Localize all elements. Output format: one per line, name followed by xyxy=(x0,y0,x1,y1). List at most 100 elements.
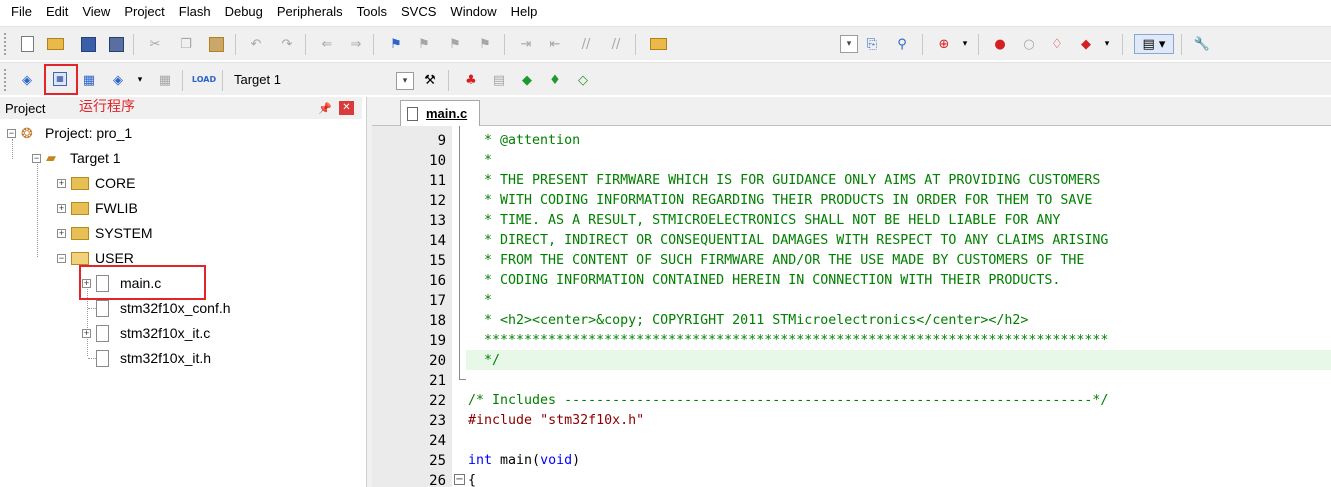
code-line: * xyxy=(468,293,493,308)
fold-toggle-icon[interactable]: − xyxy=(454,474,465,485)
select-packs-icon[interactable]: ◆ xyxy=(517,70,537,90)
menu-debug[interactable]: Debug xyxy=(218,0,270,24)
wrench-icon[interactable]: 🔧 xyxy=(1192,34,1212,54)
unindent-icon[interactable]: ⇤ xyxy=(545,34,565,54)
incremental-find-icon[interactable]: ⚲ xyxy=(892,34,912,54)
debug-dropdown-icon[interactable]: ▾ xyxy=(955,34,975,54)
uncomment-icon[interactable]: // xyxy=(606,34,626,54)
line-number: 22 xyxy=(429,393,446,409)
menu-window[interactable]: Window xyxy=(443,0,503,24)
menu-flash[interactable]: Flash xyxy=(172,0,218,24)
project-panel-title: Project xyxy=(5,101,46,116)
configure-dropdown-icon[interactable]: ▾ xyxy=(1097,34,1117,54)
find-in-files-icon[interactable] xyxy=(648,34,668,54)
code-editor[interactable]: − 9 10 11 12 13 14 15 16 17 18 19 20 21 … xyxy=(372,126,1331,487)
menu-bar: File Edit View Project Flash Debug Perip… xyxy=(0,0,1331,24)
batch-dropdown-icon[interactable]: ▾ xyxy=(130,70,150,90)
navigate-forward-icon[interactable]: ⇒ xyxy=(346,34,366,54)
expand-system-icon[interactable]: + xyxy=(57,228,66,238)
rebuild-icon[interactable]: ▦ xyxy=(79,70,99,90)
manage-components-icon[interactable]: ♣ xyxy=(461,70,481,90)
folder-icon xyxy=(71,176,89,190)
tree-target[interactable]: − ▰ Target 1 xyxy=(32,147,121,169)
main-file-highlight xyxy=(79,265,206,300)
collapse-user-icon[interactable]: − xyxy=(57,253,66,263)
find-icon[interactable]: ⎘ xyxy=(862,34,882,54)
line-number: 26 xyxy=(429,473,446,487)
code-line: */ xyxy=(468,353,501,368)
code-line: * TIME. AS A RESULT, STMICROELECTRONICS … xyxy=(468,213,1061,228)
open-folder-icon[interactable] xyxy=(45,34,65,54)
bookmark-icon[interactable]: ⚑ xyxy=(386,34,406,54)
runtime-environment-icon[interactable]: ◇ xyxy=(573,70,593,90)
code-line-main: int main(void) xyxy=(468,451,580,471)
menu-edit[interactable]: Edit xyxy=(39,0,75,24)
group-label-user: USER xyxy=(95,250,134,266)
line-number: 15 xyxy=(429,253,446,269)
breakpoint-icon[interactable]: ● xyxy=(990,34,1010,54)
expand-it-c-icon[interactable]: + xyxy=(82,328,91,338)
translate-icon[interactable]: ◈ xyxy=(17,70,37,90)
menu-svcs[interactable]: SVCS xyxy=(394,0,443,24)
tree-file-conf[interactable]: stm32f10x_conf.h xyxy=(88,297,231,319)
find-dropdown[interactable]: ▾ xyxy=(840,35,858,53)
code-line: * <h2><center>&copy; COPYRIGHT 2011 STMi… xyxy=(468,313,1029,328)
new-file-icon[interactable] xyxy=(17,34,37,54)
tree-group-fwlib[interactable]: + FWLIB xyxy=(57,197,138,219)
line-number: 14 xyxy=(429,233,446,249)
tree-project-root[interactable]: − ❂ Project: pro_1 xyxy=(7,122,132,144)
clear-bookmarks-icon[interactable]: ⚑ xyxy=(475,34,495,54)
file-icon xyxy=(96,324,109,342)
undo-icon[interactable]: ↶ xyxy=(246,34,266,54)
toolbar-grip[interactable] xyxy=(4,33,8,55)
file-icon xyxy=(96,349,109,367)
kill-breakpoints-icon[interactable]: ♢ xyxy=(1047,34,1067,54)
tree-file-it-c[interactable]: + stm32f10x_it.c xyxy=(82,322,210,344)
menu-tools[interactable]: Tools xyxy=(350,0,394,24)
pack-installer-icon[interactable]: ♦ xyxy=(545,70,565,90)
code-line-include: #include "stm32f10x.h" xyxy=(468,411,644,431)
save-icon[interactable] xyxy=(78,34,98,54)
file-extensions-icon[interactable]: ▤ xyxy=(489,70,509,90)
project-tree: − ❂ Project: pro_1 − ▰ Target 1 + CORE +… xyxy=(0,119,366,487)
target-options-icon[interactable]: ⚒ xyxy=(420,70,440,90)
save-all-icon[interactable] xyxy=(106,34,126,54)
navigate-back-icon[interactable]: ⇐ xyxy=(317,34,337,54)
window-layout-icon[interactable]: ▤ ▾ xyxy=(1134,34,1174,54)
menu-project[interactable]: Project xyxy=(117,0,171,24)
tree-file-it-h[interactable]: stm32f10x_it.h xyxy=(88,347,211,369)
menu-peripherals[interactable]: Peripherals xyxy=(270,0,350,24)
collapse-target-icon[interactable]: − xyxy=(32,153,41,163)
tree-group-core[interactable]: + CORE xyxy=(57,172,135,194)
target-select-label: Target 1 xyxy=(234,72,281,87)
menu-help[interactable]: Help xyxy=(504,0,545,24)
pin-icon[interactable]: 📌 xyxy=(318,102,332,115)
redo-icon[interactable]: ↷ xyxy=(277,34,297,54)
expand-fwlib-icon[interactable]: + xyxy=(57,203,66,213)
code-line: * @attention xyxy=(468,133,581,148)
tree-group-system[interactable]: + SYSTEM xyxy=(57,222,153,244)
menu-view[interactable]: View xyxy=(75,0,117,24)
cut-icon[interactable]: ✂ xyxy=(145,34,165,54)
disable-breakpoint-icon[interactable]: ○ xyxy=(1019,34,1039,54)
download-icon[interactable]: LOAD xyxy=(192,70,216,90)
line-number: 16 xyxy=(429,273,446,289)
target-select-dropdown[interactable]: ▾ xyxy=(396,72,414,90)
menu-file[interactable]: File xyxy=(4,0,39,24)
stop-build-icon[interactable]: ▦ xyxy=(155,70,175,90)
batch-build-icon[interactable]: ◈ xyxy=(108,70,128,90)
tab-main-c[interactable]: main.c xyxy=(400,100,480,126)
paste-icon[interactable] xyxy=(206,34,226,54)
next-bookmark-icon[interactable]: ⚑ xyxy=(445,34,465,54)
configure-icon[interactable]: ◆ xyxy=(1076,34,1096,54)
close-panel-icon[interactable]: ✕ xyxy=(339,101,354,115)
line-number: 12 xyxy=(429,193,446,209)
prev-bookmark-icon[interactable]: ⚑ xyxy=(414,34,434,54)
collapse-project-icon[interactable]: − xyxy=(7,128,16,138)
toolbar-grip-2[interactable] xyxy=(4,69,8,91)
comment-icon[interactable]: // xyxy=(576,34,596,54)
indent-icon[interactable]: ⇥ xyxy=(516,34,536,54)
copy-icon[interactable]: ❐ xyxy=(176,34,196,54)
debug-session-icon[interactable]: ⊕ xyxy=(934,34,954,54)
expand-core-icon[interactable]: + xyxy=(57,178,66,188)
